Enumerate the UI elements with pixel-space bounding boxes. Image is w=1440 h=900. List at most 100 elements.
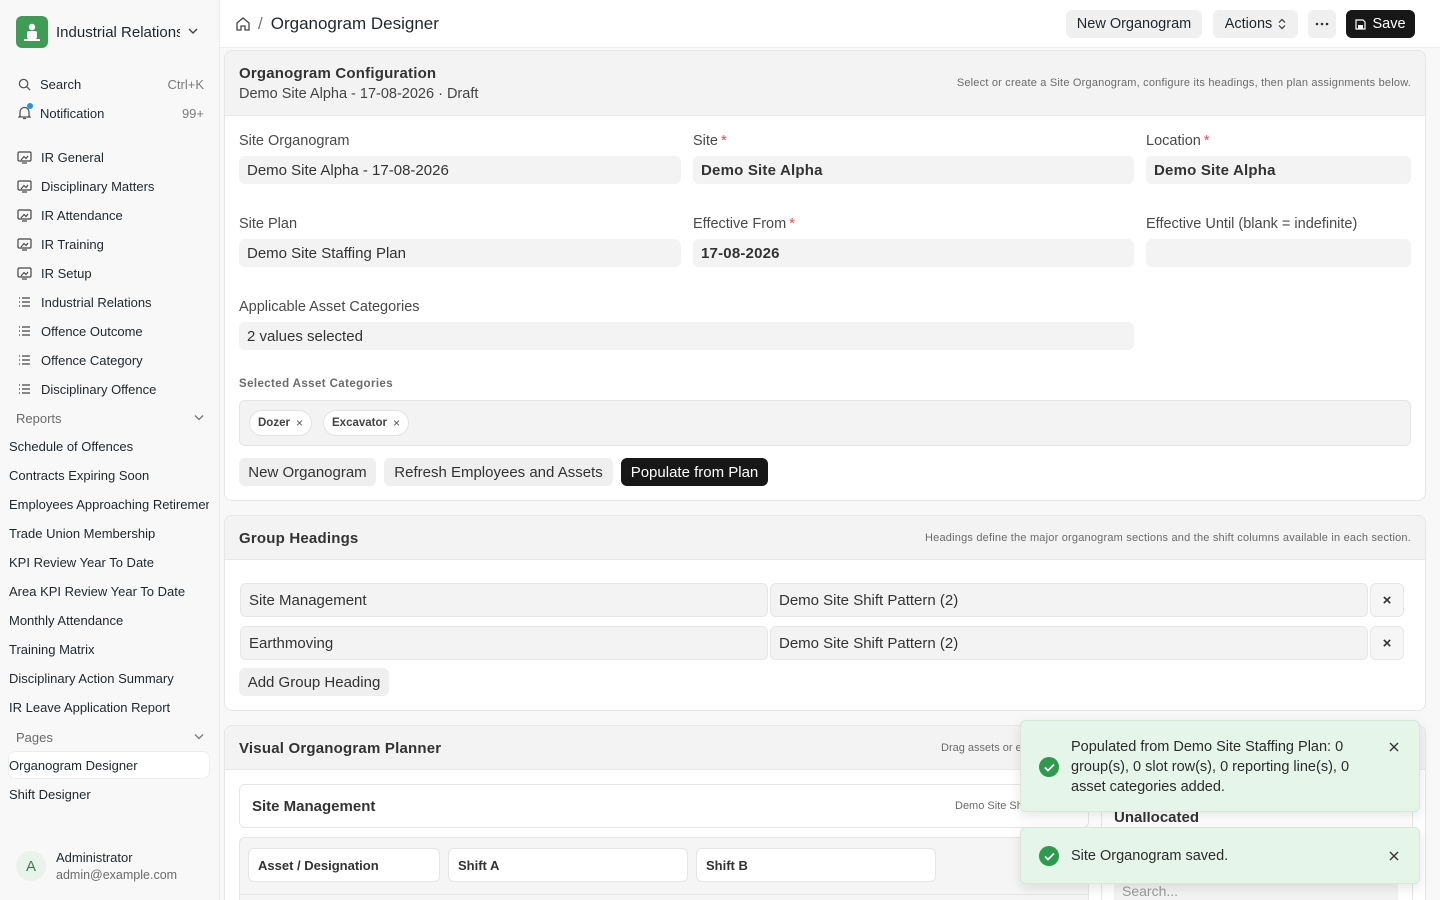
shift-pattern-input[interactable]: Demo Site Shift Pattern (2) — [770, 583, 1368, 617]
list-icon — [16, 324, 33, 338]
asset-categories-label: Applicable Asset Categories — [239, 299, 420, 315]
planner-title: Visual Organogram Planner — [239, 740, 442, 757]
report-link[interactable]: Trade Union Membership — [9, 520, 209, 546]
site-plan-label: Site Plan — [239, 216, 298, 232]
sidebar-item-label: Disciplinary Offence — [41, 381, 157, 397]
reports-section-toggle[interactable]: Reports — [16, 408, 204, 428]
report-link[interactable]: Training Matrix — [9, 636, 209, 662]
selected-categories-label: Selected Asset Categories — [239, 378, 394, 390]
monitor-icon — [16, 237, 33, 251]
page-link[interactable]: Organogram Designer — [9, 752, 209, 778]
monitor-icon — [16, 208, 33, 222]
new-organogram-button[interactable]: New Organogram — [1066, 10, 1202, 38]
report-link[interactable]: Contracts Expiring Soon — [9, 462, 209, 488]
breadcrumb: / Organogram Designer — [234, 12, 439, 36]
column-shift-a: Shift A — [448, 848, 688, 882]
sidebar-item[interactable]: Industrial Relations — [16, 290, 206, 314]
search-icon — [16, 76, 32, 92]
site-label: Site * — [693, 133, 727, 149]
app-switcher[interactable]: Industrial Relations — [16, 16, 206, 48]
notification-count: 99+ — [181, 105, 204, 121]
monitor-icon — [16, 266, 33, 280]
user-menu[interactable]: A Administrator admin@example.com — [16, 848, 206, 884]
search-label: Search — [40, 76, 82, 92]
sidebar-item[interactable]: Disciplinary Matters — [16, 174, 206, 198]
group-heading-input[interactable]: Site Management — [240, 583, 768, 617]
search-button[interactable]: Search Ctrl+K — [16, 72, 204, 96]
reports-label: Reports — [16, 410, 62, 426]
group-heading-input[interactable]: Earthmoving — [240, 626, 768, 660]
close-icon: × — [1382, 591, 1392, 609]
close-icon[interactable] — [1389, 848, 1399, 864]
config-title: Organogram Configuration — [239, 65, 437, 82]
report-link[interactable]: Employees Approaching Retirement — [9, 491, 209, 517]
page-title: Organogram Designer — [270, 14, 439, 33]
sidebar-item[interactable]: IR Attendance — [16, 203, 206, 227]
close-icon[interactable] — [1389, 739, 1399, 755]
populate-from-plan-button[interactable]: Populate from Plan — [621, 458, 768, 486]
asset-categories-multiselect[interactable]: 2 values selected — [239, 322, 1134, 350]
config-hint: Select or create a Site Organogram, conf… — [956, 77, 1411, 89]
actions-button[interactable]: Actions — [1213, 10, 1298, 38]
page-link[interactable]: Shift Designer — [9, 781, 209, 807]
remove-chip-icon[interactable]: × — [393, 416, 400, 430]
success-check-icon — [1039, 757, 1059, 777]
pages-section-toggle[interactable]: Pages — [16, 727, 204, 747]
toast-populated: Populated from Demo Site Staffing Plan: … — [1020, 720, 1420, 812]
report-link[interactable]: KPI Review Year To Date — [9, 549, 209, 575]
save-label: Save — [1372, 16, 1406, 32]
more-options-button[interactable] — [1308, 10, 1336, 38]
sidebar-item-label: IR Setup — [41, 265, 92, 281]
report-link[interactable]: Schedule of Offences — [9, 433, 209, 459]
location-field[interactable]: Demo Site Alpha — [1146, 156, 1411, 184]
report-link[interactable]: Disciplinary Action Summary — [9, 665, 209, 691]
sidebar-item[interactable]: IR General — [16, 145, 206, 169]
user-name: Administrator — [56, 850, 133, 865]
group-headings-header: Group Headings Headings define the major… — [225, 516, 1425, 560]
sidebar-item[interactable]: IR Setup — [16, 261, 206, 285]
report-link[interactable]: Area KPI Review Year To Date — [9, 578, 209, 604]
avatar: A — [16, 851, 46, 881]
site-field[interactable]: Demo Site Alpha — [693, 156, 1134, 184]
user-email: admin@example.com — [56, 868, 178, 882]
site-plan-field[interactable]: Demo Site Staffing Plan — [239, 239, 681, 267]
sort-icon — [1278, 18, 1286, 30]
sidebar-item[interactable]: Disciplinary Offence — [16, 377, 206, 401]
chevron-down-icon — [194, 732, 204, 743]
home-icon[interactable] — [234, 15, 252, 33]
remove-group-button[interactable]: × — [1370, 583, 1404, 617]
sidebar-item[interactable]: Offence Outcome — [16, 319, 206, 343]
add-group-heading-button[interactable]: Add Group Heading — [239, 668, 389, 696]
app-logo-icon — [16, 16, 48, 48]
shift-pattern-input[interactable]: Demo Site Shift Pattern (2) — [770, 626, 1368, 660]
notification-button[interactable]: Notification 99+ — [16, 101, 204, 125]
chip-label: Dozer — [258, 417, 290, 429]
sidebar-item-label: IR Attendance — [41, 207, 123, 223]
report-link[interactable]: IR Leave Application Report — [9, 694, 209, 720]
effective-until-field[interactable] — [1146, 239, 1411, 267]
remove-group-button[interactable]: × — [1370, 626, 1404, 660]
monitor-icon — [16, 179, 33, 193]
column-shift-b: Shift B — [696, 848, 936, 882]
slot-grid: Asset / Designation Shift A Shift B — [239, 837, 1089, 900]
sidebar-item[interactable]: Offence Category — [16, 348, 206, 372]
notification-label: Notification — [40, 105, 105, 121]
save-button[interactable]: Save — [1346, 10, 1415, 38]
list-icon — [16, 295, 33, 309]
notification-dot — [27, 103, 33, 109]
effective-from-field[interactable]: 17-08-2026 — [693, 239, 1134, 267]
site-organogram-field[interactable]: Demo Site Alpha - 17-08-2026 — [239, 156, 681, 184]
report-link[interactable]: Monthly Attendance — [9, 607, 209, 633]
toast-saved: Site Organogram saved. — [1020, 827, 1420, 884]
list-icon — [16, 382, 33, 396]
chevron-down-icon — [194, 413, 204, 424]
breadcrumb-separator: / — [258, 14, 263, 33]
new-organogram-inline-button[interactable]: New Organogram — [239, 458, 376, 486]
remove-chip-icon[interactable]: × — [296, 416, 303, 430]
pages-label: Pages — [16, 729, 53, 745]
sidebar-item[interactable]: IR Training — [16, 232, 206, 256]
refresh-employees-assets-button[interactable]: Refresh Employees and Assets — [384, 458, 613, 486]
chevron-down-icon — [188, 26, 198, 38]
section-title: Site Management — [252, 798, 376, 815]
topbar: / Organogram Designer New Organogram Act… — [220, 0, 1440, 48]
